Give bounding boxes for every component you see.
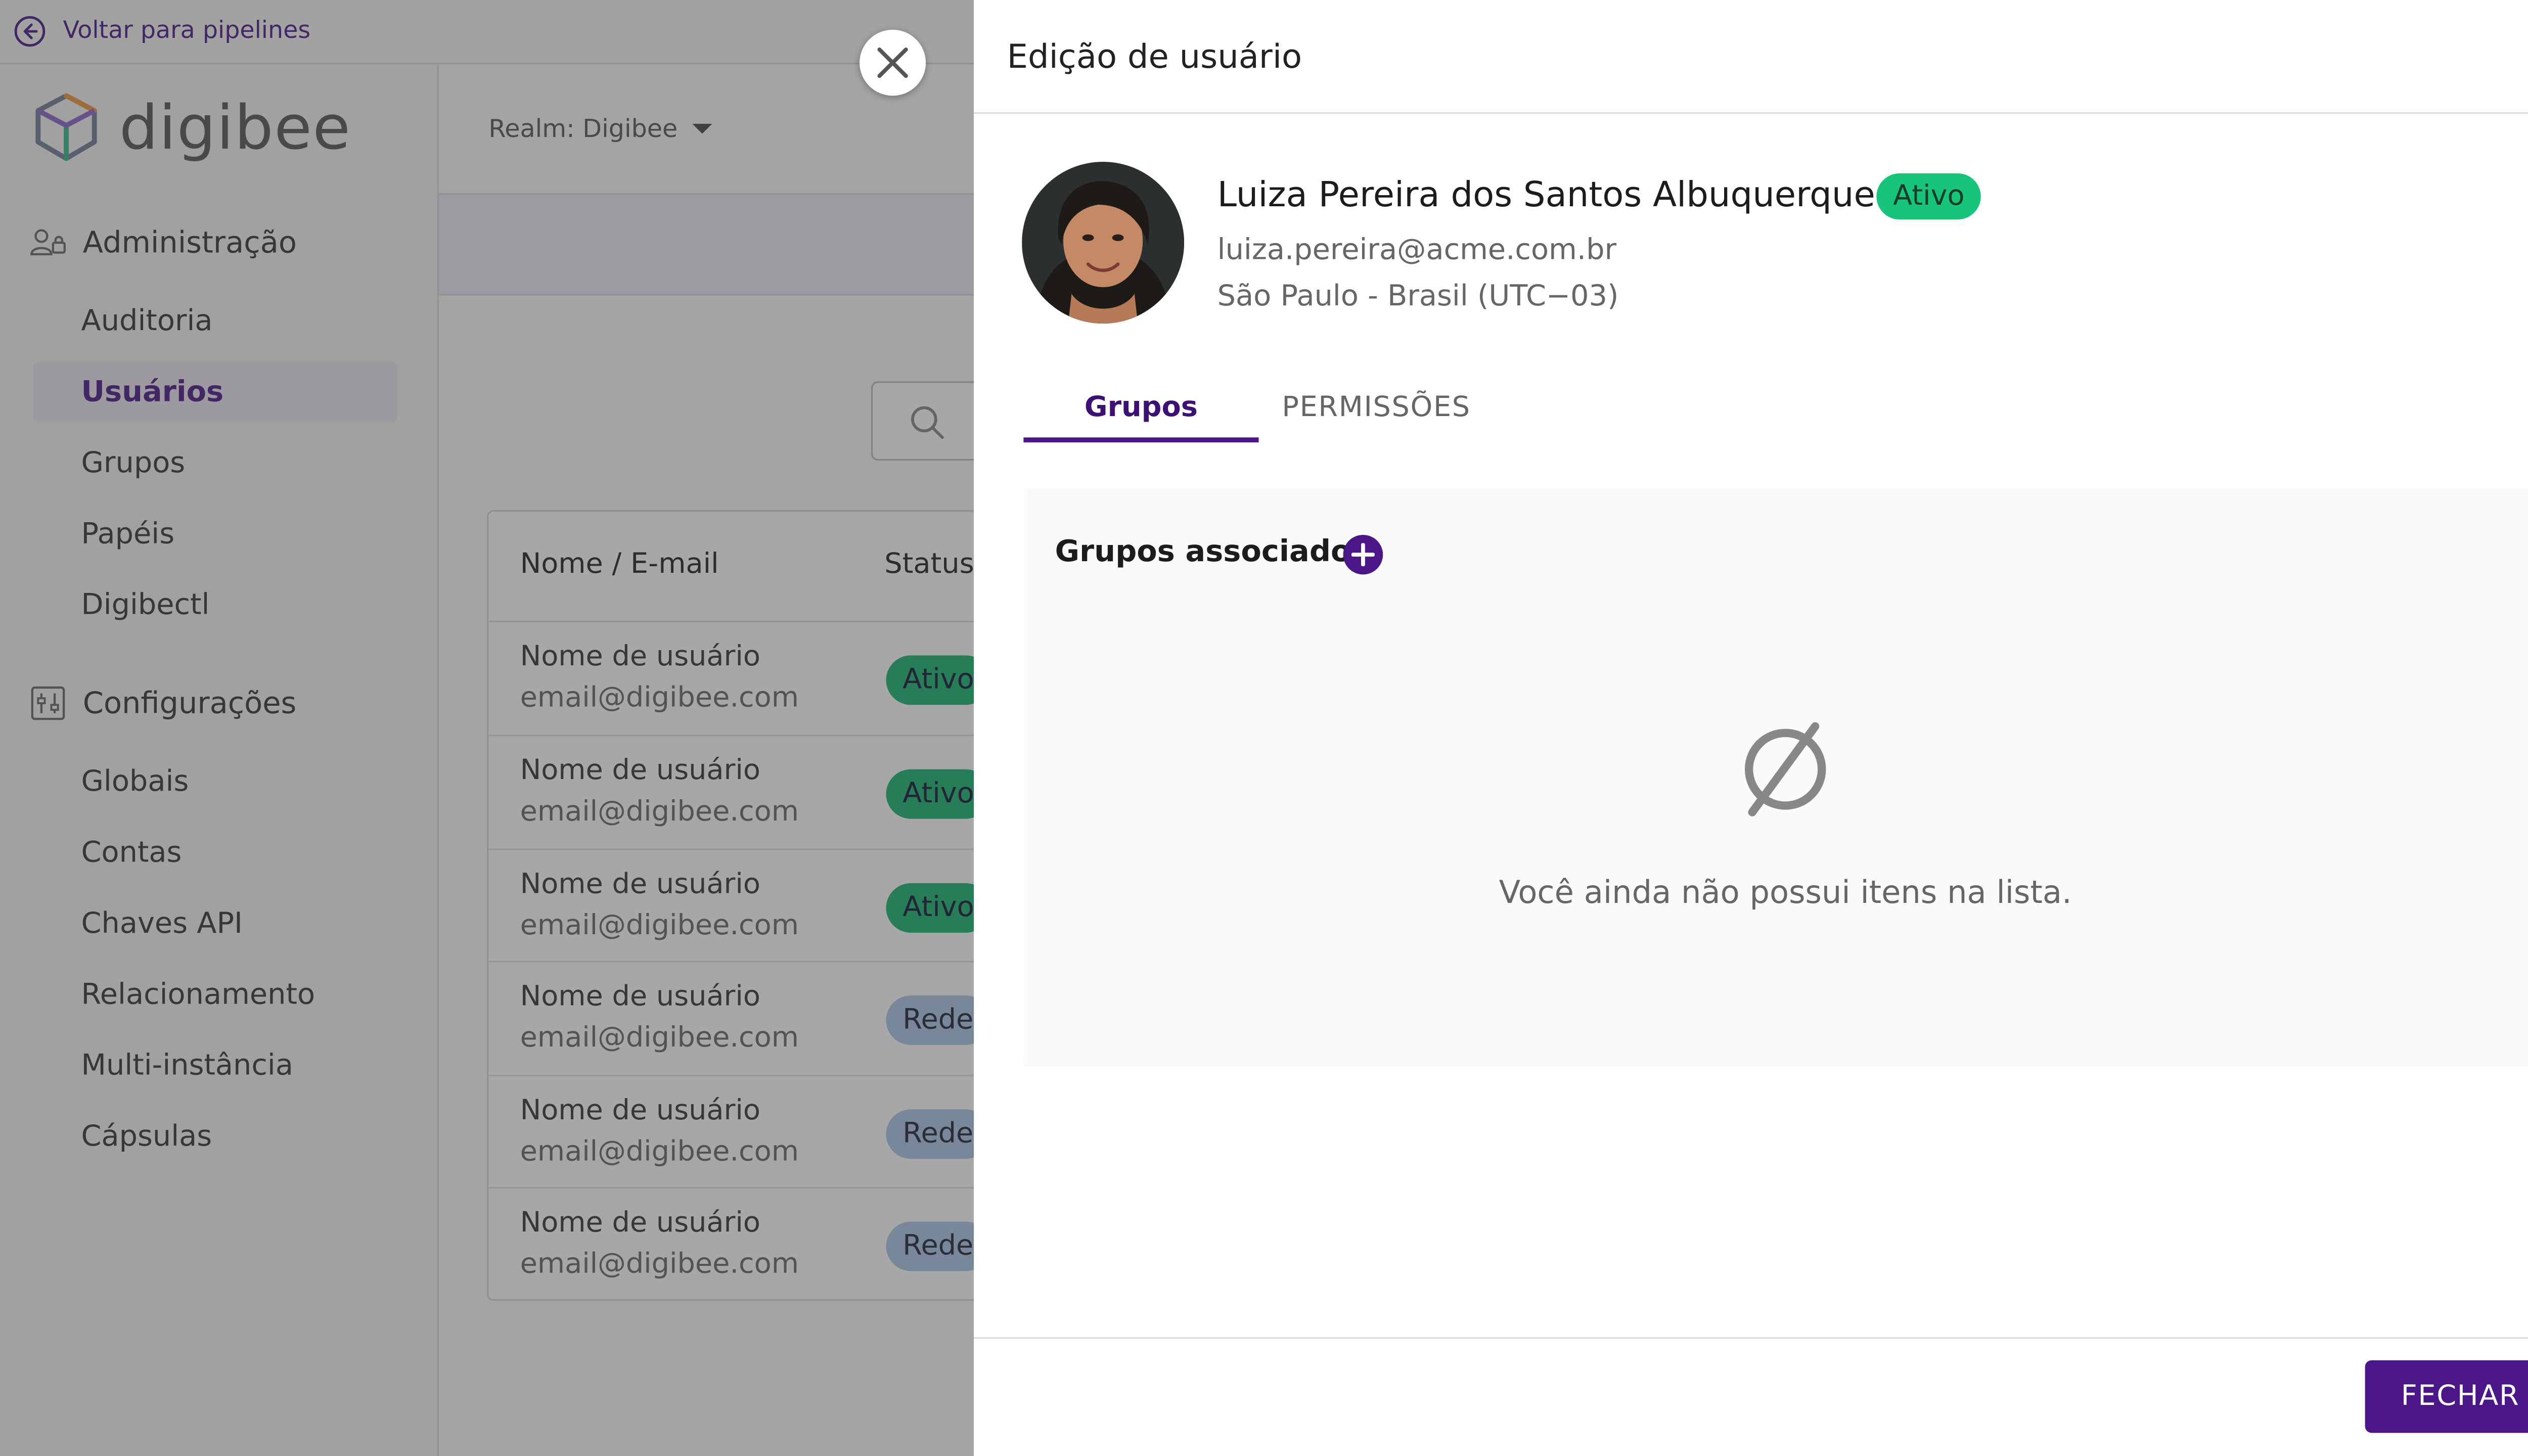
divider xyxy=(974,112,2528,114)
plus-icon xyxy=(1351,543,1375,566)
associated-groups-panel: Grupos associados Você ainda não possui … xyxy=(1023,488,2528,1067)
user-location: São Paulo - Brasil (UTC−03) xyxy=(1217,281,1619,314)
add-group-button[interactable] xyxy=(1343,534,1383,575)
empty-set-icon xyxy=(1744,722,1826,816)
close-icon xyxy=(877,48,908,78)
drawer-title: Edição de usuário xyxy=(1007,36,1302,76)
user-edit-drawer: Edição de usuário Luiza Pereira dos Sant… xyxy=(974,0,2528,1456)
avatar xyxy=(1022,161,1185,324)
groups-section-title: Grupos associados xyxy=(1055,534,1369,570)
divider xyxy=(974,1337,2528,1339)
user-full-name: Luiza Pereira dos Santos Albuquerque xyxy=(1217,175,1875,215)
close-button[interactable]: FECHAR xyxy=(2365,1360,2528,1433)
tab-grupos[interactable]: Grupos xyxy=(1023,380,1259,443)
user-photo xyxy=(1022,161,1185,324)
status-badge: Ativo xyxy=(1876,173,1981,220)
tab-permissoes[interactable]: PERMISSÕES xyxy=(1266,380,1487,442)
close-drawer-button[interactable] xyxy=(860,29,926,96)
empty-list-message: Você ainda não possui itens na lista. xyxy=(1499,875,2072,912)
modal-overlay[interactable] xyxy=(0,0,974,1456)
user-email: luiza.pereira@acme.com.br xyxy=(1217,234,1617,267)
